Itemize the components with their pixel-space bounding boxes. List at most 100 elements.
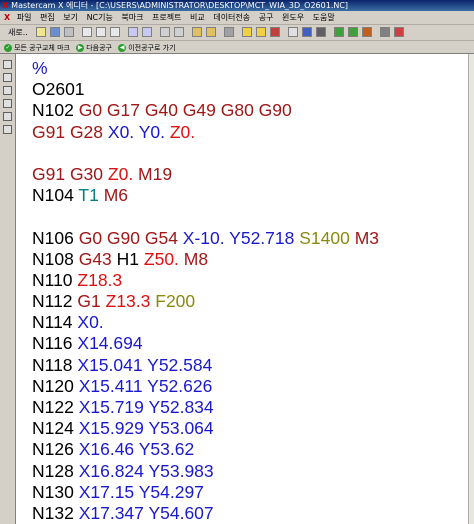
- code-lines: % O2601 N102 G0 G17 G40 G49 G80 G90 G91 G28…: [32, 58, 379, 524]
- code-line[interactable]: N104 T1 M6: [32, 185, 379, 206]
- menu-edit[interactable]: 편집: [40, 11, 55, 24]
- code-line[interactable]: [32, 143, 379, 164]
- code-token: N128: [32, 460, 79, 481]
- code-line[interactable]: O2601: [32, 79, 379, 100]
- menu-window[interactable]: 윈도우: [282, 11, 304, 24]
- code-line[interactable]: N110 Z18.3: [32, 270, 379, 291]
- code-line[interactable]: G91 G30 Z0. M19: [32, 164, 379, 185]
- highlight-icon[interactable]: [242, 27, 252, 37]
- side-tool-3-icon[interactable]: [3, 86, 12, 95]
- find-icon[interactable]: [160, 27, 170, 37]
- code-token: M6: [103, 185, 128, 206]
- side-tool-1-icon[interactable]: [3, 60, 12, 69]
- copy-icon[interactable]: [96, 27, 106, 37]
- paste-icon[interactable]: [110, 27, 120, 37]
- code-token: N132: [32, 502, 79, 523]
- lines-icon[interactable]: [316, 27, 326, 37]
- code-line[interactable]: N106 G0 G90 G54 X-10. Y52.718 S1400 M3: [32, 228, 379, 249]
- code-line[interactable]: %: [32, 58, 379, 79]
- code-token: N122: [32, 397, 79, 417]
- run-icon[interactable]: [334, 27, 344, 37]
- code-line[interactable]: N120 X15.411 Y52.626: [32, 376, 379, 397]
- replace-icon[interactable]: [174, 27, 184, 37]
- vertical-scrollbar[interactable]: [468, 54, 474, 524]
- code-token: N120: [32, 375, 79, 396]
- title-bar: X Mastercam X 에디터 - [C:\USERS\ADMINISTRAT…: [0, 0, 474, 11]
- code-line[interactable]: N122 X15.719 Y52.834: [32, 397, 379, 418]
- menu-nc-functions[interactable]: NC기능: [87, 11, 113, 24]
- undo-icon[interactable]: [128, 27, 138, 37]
- app-menu-icon[interactable]: X: [4, 11, 10, 24]
- menu-bar: X 파일 편집 보기 NC기능 북마크 프로젝트 비교 데이터전송 공구 윈도우…: [0, 11, 474, 25]
- code-token: N108: [32, 248, 79, 269]
- bookmark-next-icon[interactable]: [206, 27, 216, 37]
- code-line[interactable]: N114 X0.: [32, 312, 379, 333]
- settings-icon[interactable]: [224, 27, 234, 37]
- code-token: N110: [32, 269, 78, 290]
- menu-tool[interactable]: 공구: [259, 11, 274, 24]
- new-button[interactable]: 새로..: [8, 27, 28, 38]
- code-token: F200: [155, 291, 196, 312]
- code-line[interactable]: N102 G0 G17 G40 G49 G80 G90: [32, 100, 379, 121]
- tool-icon[interactable]: [256, 27, 266, 37]
- code-line[interactable]: N130 X17.15 Y54.297: [32, 482, 379, 503]
- code-line[interactable]: N124 X15.929 Y53.064: [32, 418, 379, 439]
- open-icon[interactable]: [36, 27, 46, 37]
- tool-change-toolbar: ✓ 모든 공구교체 마크 ▶ 다음공구 ◀ 이전공구로 가기: [0, 41, 474, 54]
- code-token: N112: [32, 291, 78, 312]
- code-line[interactable]: N126 X16.46 Y53.62: [32, 439, 379, 460]
- menu-bookmark[interactable]: 북마크: [121, 11, 143, 24]
- code-token: M19: [138, 163, 173, 184]
- redo-icon[interactable]: [142, 27, 152, 37]
- next-tool-button[interactable]: ▶ 다음공구: [76, 42, 112, 54]
- side-tool-6-icon[interactable]: [3, 125, 12, 134]
- code-line[interactable]: G91 G28 X0. Y0. Z0.: [32, 122, 379, 143]
- code-token: G43: [78, 248, 117, 269]
- print-icon[interactable]: [64, 27, 74, 37]
- menu-view[interactable]: 보기: [63, 11, 78, 24]
- nc-code-editor[interactable]: % O2601 N102 G0 G17 G40 G49 G80 G90 G91 G28…: [16, 54, 468, 524]
- previous-tool-button[interactable]: ◀ 이전공구로 가기: [118, 42, 176, 54]
- step-icon[interactable]: [348, 27, 358, 37]
- filter-icon[interactable]: [380, 27, 390, 37]
- code-line[interactable]: N128 X16.824 Y53.983: [32, 461, 379, 482]
- side-tool-4-icon[interactable]: [3, 99, 12, 108]
- all-tool-change-mark-button[interactable]: ✓ 모든 공구교체 마크: [4, 42, 70, 54]
- tool-mark-icon: ✓: [4, 44, 12, 52]
- menu-help[interactable]: 도움말: [313, 11, 335, 24]
- code-token: X15.411 Y52.626: [78, 375, 213, 396]
- menu-compare[interactable]: 비교: [190, 11, 205, 24]
- side-tool-2-icon[interactable]: [3, 73, 12, 82]
- code-line[interactable]: N108 G43 H1 Z50. M8: [32, 249, 379, 270]
- code-token: N116: [32, 333, 78, 354]
- cut-icon[interactable]: [82, 27, 92, 37]
- code-token: Z50.: [143, 248, 184, 269]
- code-token: G91 G30: [32, 163, 108, 184]
- code-token: N114: [32, 312, 78, 333]
- text-tool-icon[interactable]: [288, 27, 298, 37]
- save-icon[interactable]: [50, 27, 60, 37]
- code-token: M8: [183, 248, 209, 269]
- menu-file[interactable]: 파일: [17, 11, 32, 24]
- code-token: Z13.3: [105, 291, 156, 312]
- code-line[interactable]: N112 G1 Z13.3 F200: [32, 291, 379, 312]
- stop-icon[interactable]: [270, 27, 280, 37]
- code-token: N126: [32, 439, 79, 460]
- code-line[interactable]: N116 X14.694: [32, 333, 379, 354]
- marker-icon[interactable]: [394, 27, 404, 37]
- menu-data-transfer[interactable]: 데이터전송: [213, 11, 250, 24]
- code-line[interactable]: N132 X17.347 Y54.607: [32, 503, 379, 524]
- renumber-icon[interactable]: [302, 27, 312, 37]
- code-token: N124: [32, 418, 79, 439]
- code-line[interactable]: [32, 206, 379, 227]
- code-token: X0.: [77, 312, 104, 333]
- code-token: G0 G17 G40 G49 G80 G90: [78, 100, 292, 121]
- code-line[interactable]: N118 X15.041 Y52.584: [32, 355, 379, 376]
- backplot-icon[interactable]: [362, 27, 372, 37]
- side-toolbar: [0, 54, 16, 524]
- side-tool-5-icon[interactable]: [3, 112, 12, 121]
- code-token: X0.: [107, 121, 139, 142]
- menu-project[interactable]: 프로젝트: [152, 11, 181, 24]
- bookmark-icon[interactable]: [192, 27, 202, 37]
- code-token: N118: [32, 354, 78, 375]
